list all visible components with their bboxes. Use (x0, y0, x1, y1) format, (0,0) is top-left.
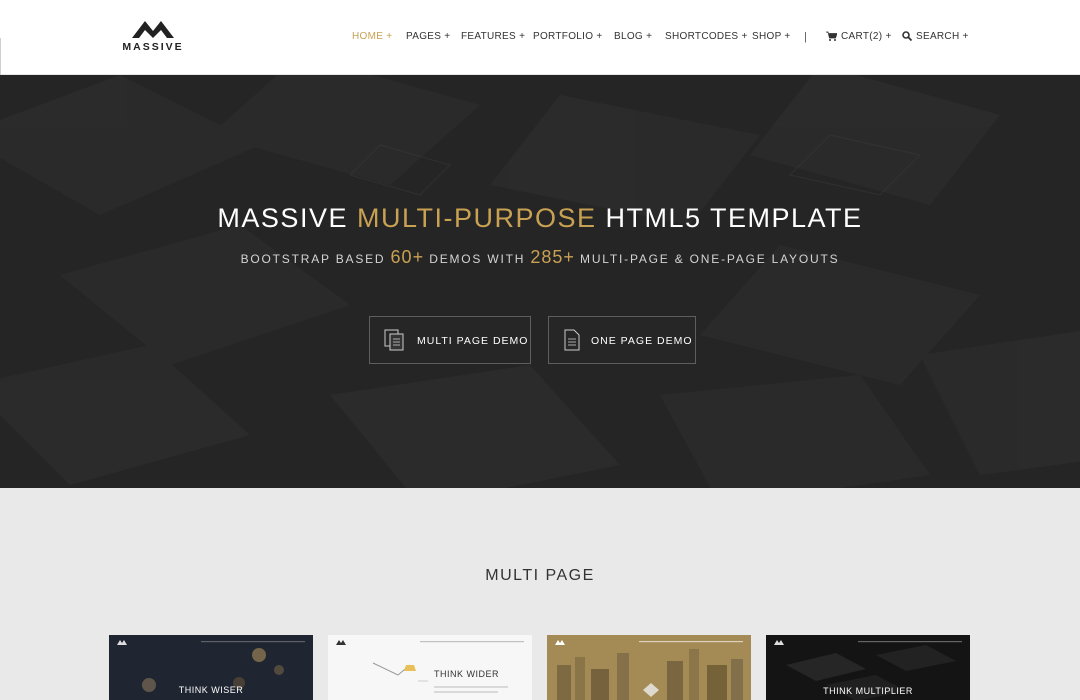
hero-sub-part3: MULTI-PAGE & ONE-PAGE LAYOUTS (574, 252, 840, 266)
search-label: SEARCH + (916, 31, 969, 42)
mini-nav-links (858, 641, 962, 643)
nav-cart[interactable]: CART(2) + (826, 31, 892, 42)
main-nav: HOME + PAGES + FEATURES + PORTFOLIO + BL… (0, 31, 1080, 45)
nav-item-features[interactable]: FEATURES + (461, 31, 525, 42)
one-page-demo-button[interactable]: ONE PAGE DEMO (548, 316, 696, 364)
mini-logo-icon (117, 640, 127, 645)
mini-nav-links (639, 641, 743, 643)
cart-icon (826, 31, 837, 41)
search-icon (902, 31, 912, 41)
hero-banner: MASSIVE MULTI-PURPOSE HTML5 TEMPLATE BOO… (0, 75, 1080, 488)
city-skyline-image (547, 635, 751, 700)
section-title: MULTI PAGE (485, 567, 595, 584)
demo-thumbnail-2[interactable]: THINK WIDER (328, 635, 532, 700)
nav-item-home[interactable]: HOME + (352, 31, 392, 42)
mini-logo-icon (774, 640, 784, 645)
hero-title: MASSIVE MULTI-PURPOSE HTML5 TEMPLATE (0, 203, 1080, 234)
mini-nav-links (201, 641, 305, 643)
hero-title-accent: MULTI-PURPOSE (356, 203, 597, 233)
nav-item-shortcodes[interactable]: SHORTCODES + (665, 31, 748, 42)
hero-sub-num2: 285+ (530, 247, 575, 267)
nav-separator: | (804, 31, 807, 43)
one-page-demo-label: ONE PAGE DEMO (591, 335, 693, 347)
hero-background-pattern (0, 75, 1080, 488)
nav-item-blog[interactable]: BLOG + (614, 31, 652, 42)
thumbnail-caption: THINK WIDER (434, 669, 499, 679)
multi-page-demo-button[interactable]: MULTI PAGE DEMO (369, 316, 531, 364)
nav-item-shop[interactable]: SHOP + (752, 31, 791, 42)
nav-item-portfolio[interactable]: PORTFOLIO + (533, 31, 603, 42)
hero-title-part2: HTML5 TEMPLATE (596, 203, 863, 233)
thumbnail-caption: THINK WISER (178, 685, 244, 695)
hero-sub-part2: DEMOS WITH (424, 252, 531, 266)
demo-thumbnail-1[interactable]: THINK WISER (109, 635, 313, 700)
site-header: MASSIVE HOME + PAGES + FEATURES + PORTFO… (0, 0, 1080, 75)
mini-logo-icon (336, 640, 346, 645)
multi-page-demo-label: MULTI PAGE DEMO (417, 335, 529, 347)
hero-sub-num1: 60+ (390, 247, 425, 267)
mini-nav-links (420, 641, 524, 643)
demo-thumbnail-4[interactable]: THINK MULTIPLIER (766, 635, 970, 700)
mini-logo-icon (555, 640, 565, 645)
hero-sub-part1: BOOTSTRAP BASED (240, 252, 391, 266)
documents-icon (384, 329, 404, 351)
hero-subtitle: BOOTSTRAP BASED 60+ DEMOS WITH 285+ MULT… (0, 247, 1080, 268)
demo-thumbnail-3[interactable] (547, 635, 751, 700)
thumbnail-caption: THINK MULTIPLIER (823, 686, 913, 696)
cart-label: CART(2) + (841, 31, 892, 42)
document-icon (564, 329, 580, 351)
nav-item-pages[interactable]: PAGES + (406, 31, 450, 42)
nav-search[interactable]: SEARCH + (902, 31, 969, 42)
lamp-image (372, 662, 508, 693)
hero-title-part1: MASSIVE (217, 203, 357, 233)
